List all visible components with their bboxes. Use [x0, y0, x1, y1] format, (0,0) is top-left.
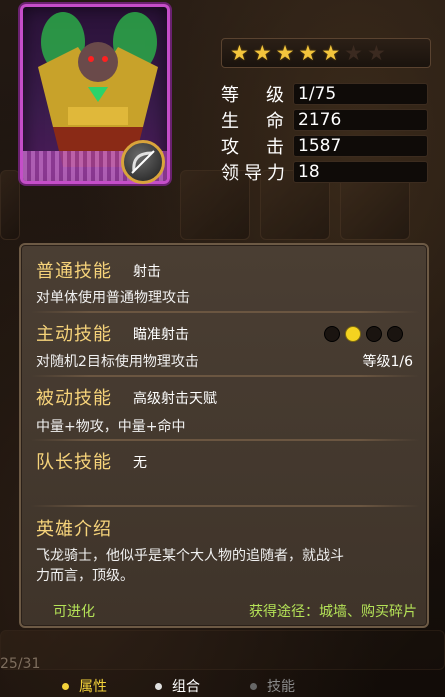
active-skill-title: 主动技能	[36, 324, 112, 345]
star-icon: ★	[321, 40, 341, 65]
tab-indicator-icon	[250, 682, 257, 690]
tab-indicator-icon	[155, 682, 162, 690]
hero-intro-title: 英雄介绍	[36, 519, 112, 540]
tab-combination[interactable]: 组合	[155, 676, 200, 696]
stat-level: 等 级 1/75	[221, 82, 436, 106]
stat-label: 攻 击	[221, 137, 285, 158]
tab-indicator-icon	[62, 682, 69, 690]
hero-intro-line: 力而言，顶级。	[36, 568, 134, 584]
tab-label: 属性	[79, 679, 107, 695]
tab-label: 技能	[267, 679, 295, 695]
star-icon: ★	[298, 40, 318, 65]
star-icon: ★	[275, 40, 295, 65]
divider	[31, 311, 419, 313]
divider	[31, 375, 419, 377]
leader-skill-name: 无	[133, 455, 147, 471]
stat-value: 1/75	[293, 83, 428, 105]
active-skill-name: 瞄准射击	[133, 327, 189, 343]
stat-label: 等 级	[221, 85, 285, 106]
star-empty-icon: ★	[344, 40, 363, 65]
stat-value: 2176	[293, 109, 428, 131]
passive-skill-desc: 中量+物攻，中量+命中	[36, 419, 186, 435]
level-dot-active	[345, 326, 361, 342]
hero-info-panel: 普通技能 射击 对单体使用普通物理攻击 主动技能 瞄准射击 对随机2目标使用物理…	[19, 243, 429, 628]
active-skill-desc: 对随机2目标使用物理攻击	[36, 354, 199, 370]
normal-skill-desc: 对单体使用普通物理攻击	[36, 290, 190, 306]
stat-hp: 生 命 2176	[221, 108, 436, 132]
level-dot	[324, 326, 340, 342]
star-rating: ★ ★ ★ ★ ★ ★ ★	[221, 38, 431, 68]
level-dot	[387, 326, 403, 342]
stat-leadership: 领导力 18	[221, 160, 436, 184]
star-empty-icon: ★	[366, 40, 386, 65]
divider	[31, 439, 419, 441]
stat-attack: 攻 击 1587	[221, 134, 436, 158]
active-skill-level: 等级1/6	[362, 354, 413, 370]
normal-skill-title: 普通技能	[36, 261, 112, 282]
hero-intro-line: 飞龙骑士，他似乎是某个大人物的追随者，就战斗	[36, 548, 344, 564]
divider	[31, 505, 419, 507]
normal-skill-name: 射击	[133, 264, 161, 280]
star-icon: ★	[230, 40, 249, 65]
page-counter: 25/31	[0, 656, 41, 672]
tab-label: 组合	[172, 679, 200, 695]
stat-value: 18	[293, 161, 428, 183]
passive-skill-title: 被动技能	[36, 388, 112, 409]
bow-class-icon	[121, 140, 165, 184]
tab-bar: 属性 组合 技能	[0, 672, 445, 697]
stat-label: 生 命	[221, 111, 285, 132]
evolve-label[interactable]: 可进化	[53, 601, 95, 621]
skill-level-dots	[324, 326, 403, 342]
stat-value: 1587	[293, 135, 428, 157]
passive-skill-name: 高级射击天赋	[133, 391, 217, 407]
obtain-source[interactable]: 获得途径：城墙、购买碎片	[249, 601, 417, 621]
stat-label: 领导力	[221, 163, 285, 184]
tab-attributes[interactable]: 属性	[62, 676, 107, 696]
leader-skill-title: 队长技能	[36, 452, 112, 473]
tab-skills[interactable]: 技能	[250, 676, 295, 696]
background-tile	[0, 630, 445, 670]
level-dot	[366, 326, 382, 342]
background-tile	[0, 170, 20, 240]
star-icon: ★	[252, 40, 272, 65]
